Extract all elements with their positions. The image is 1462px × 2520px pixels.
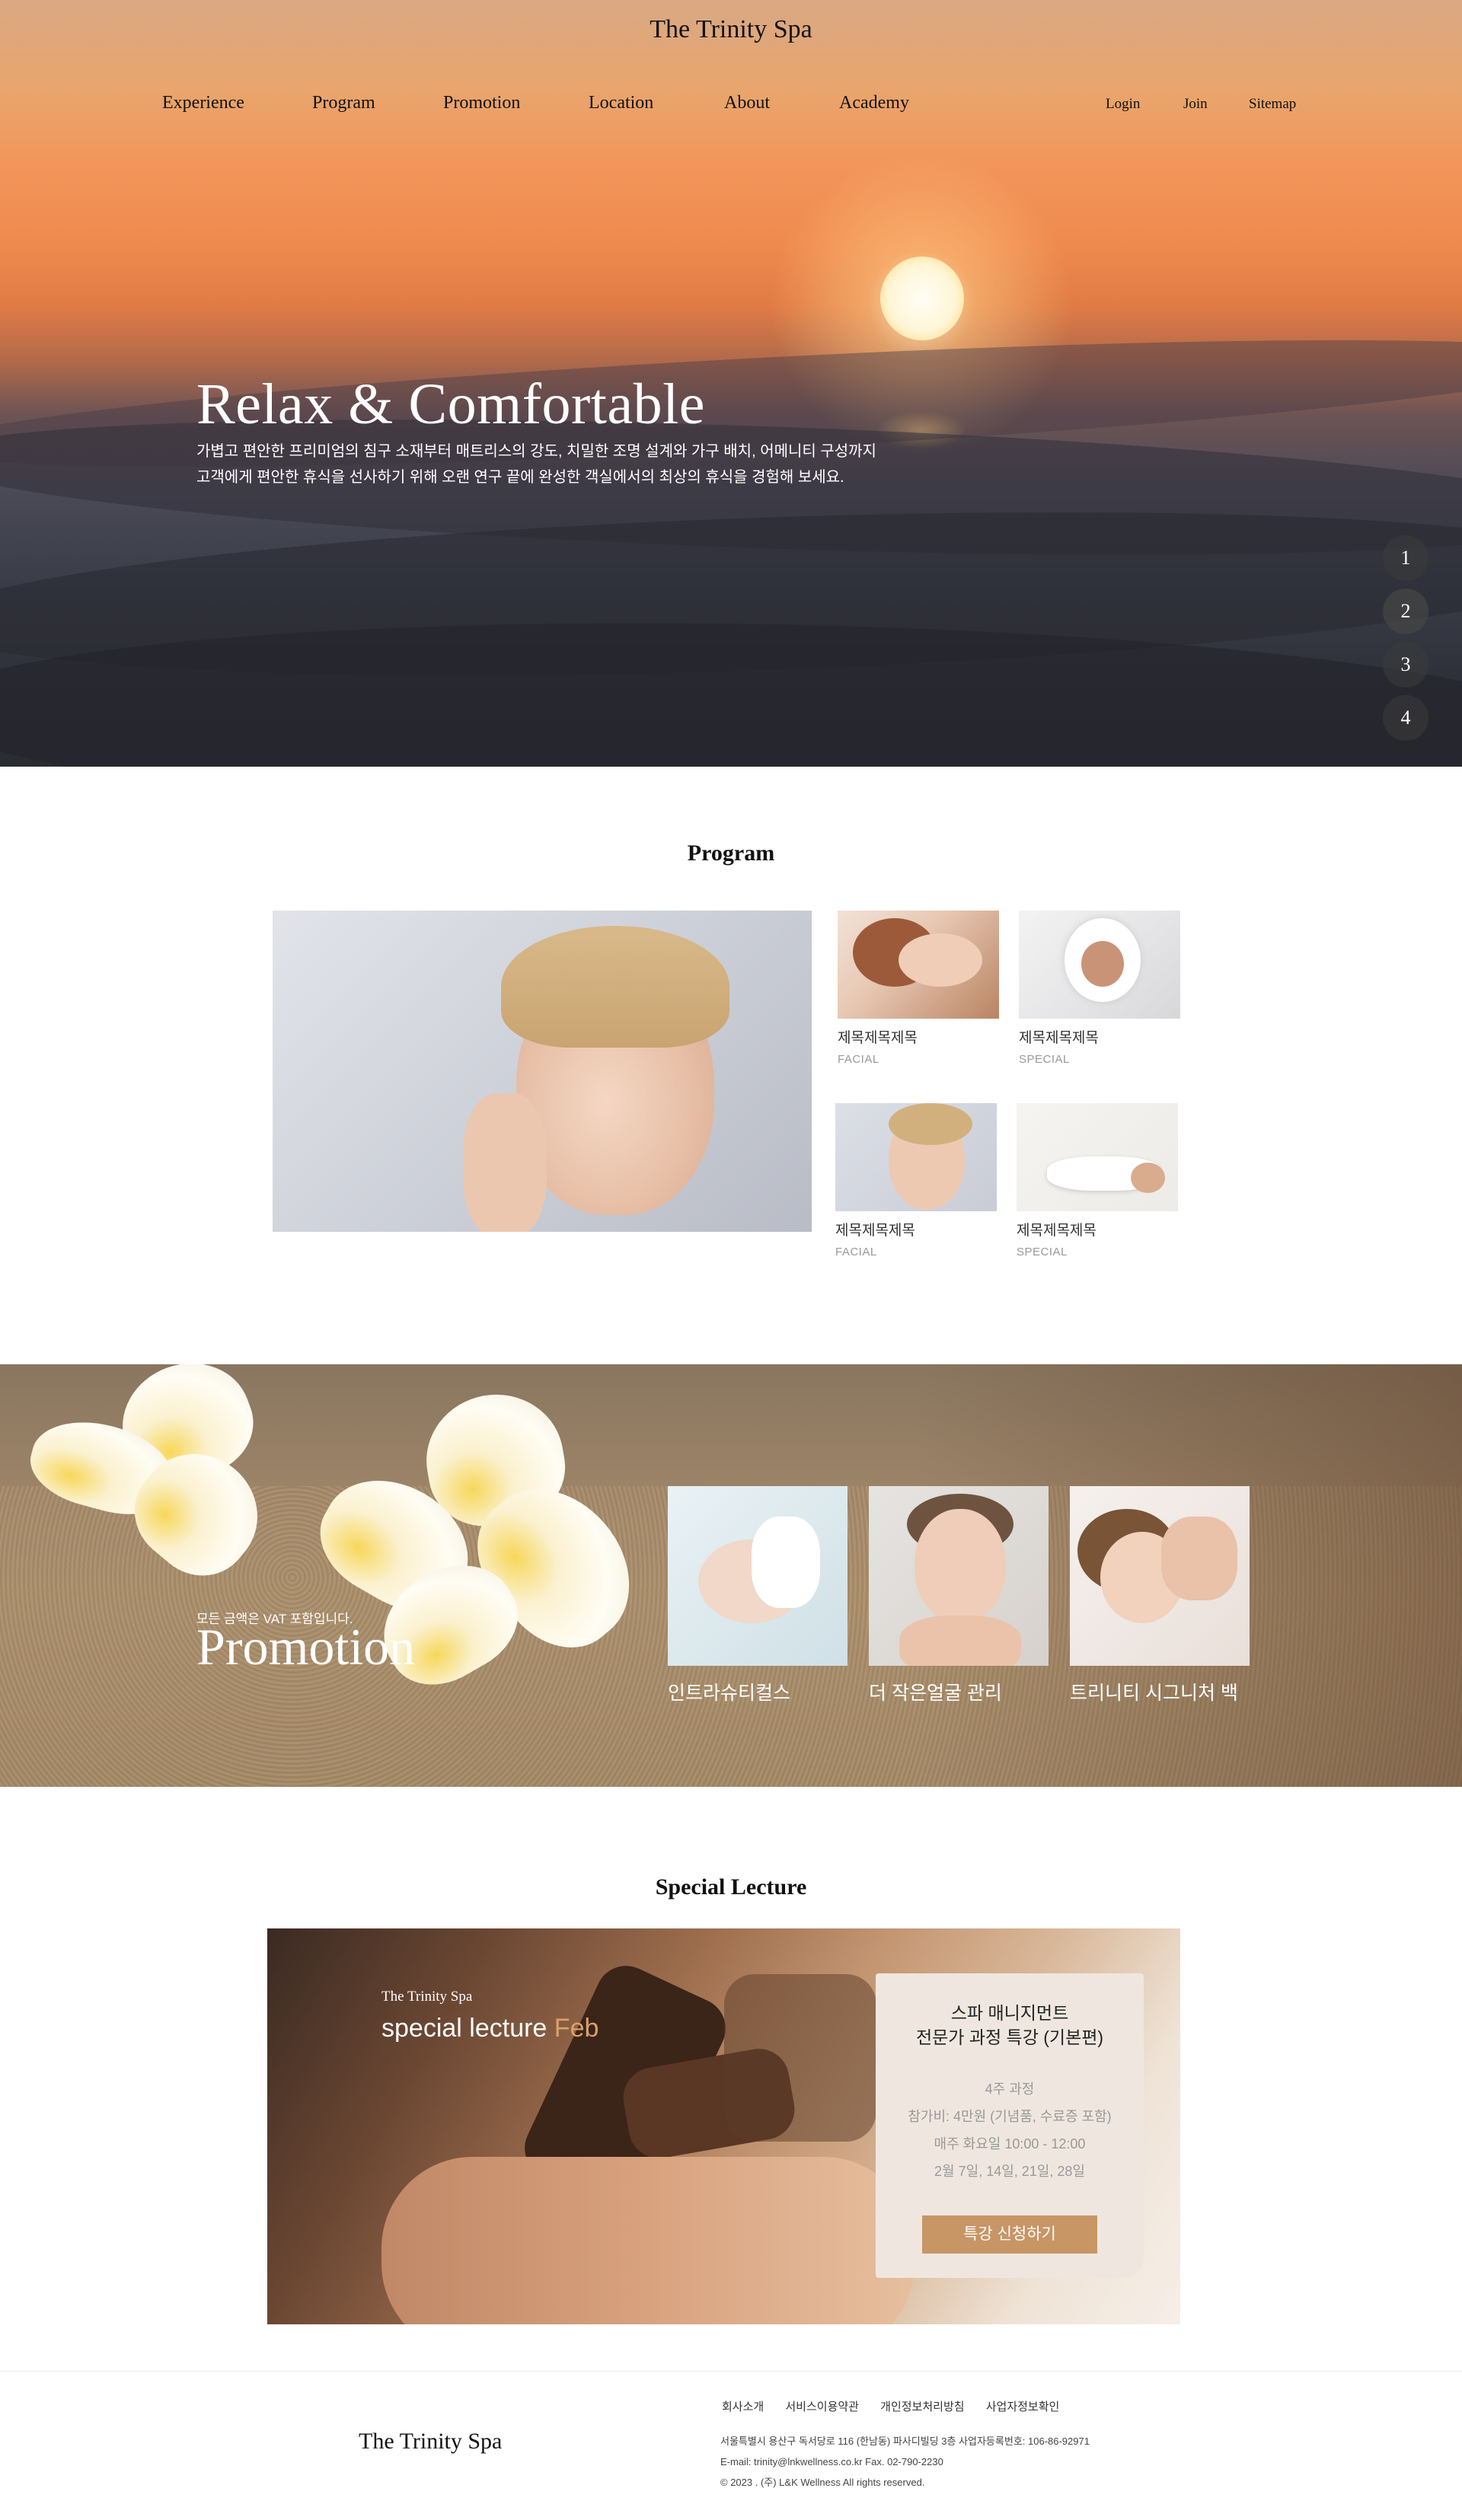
- nav-experience[interactable]: Experience: [162, 93, 244, 113]
- program-card-category: SPECIAL: [1019, 1053, 1070, 1066]
- lecture-section-title: Special Lecture: [655, 1874, 807, 1900]
- sun: [880, 257, 964, 340]
- lecture-info-box: 스파 매니지먼트 전문가 과정 특강 (기본편) 4주 과정 참가비: 4만원 …: [876, 1973, 1144, 2278]
- footer-link-company[interactable]: 회사소개: [722, 2400, 764, 2413]
- join-link[interactable]: Join: [1183, 96, 1208, 113]
- nav-location[interactable]: Location: [589, 93, 653, 113]
- promotion-caption: 트리니티 시그니처 백: [1070, 1683, 1238, 1704]
- slide-dot-1[interactable]: 1: [1383, 535, 1428, 581]
- lecture-detail: 참가비: 4만원 (기념품, 수료증 포함): [908, 2109, 1112, 2124]
- promotion-thumb: [1070, 1486, 1250, 1666]
- footer-logo[interactable]: The Trinity Spa: [359, 2429, 502, 2455]
- nav-academy[interactable]: Academy: [839, 93, 909, 113]
- hero-desc-line: 가볍고 편안한 프리미엄의 침구 소재부터 매트리스의 강도, 치밀한 조명 설…: [196, 443, 876, 460]
- program-feature-image[interactable]: [273, 911, 812, 1232]
- model-hand: [463, 1093, 547, 1232]
- footer-divider: [0, 2371, 1462, 2372]
- lecture-details: 4주 과정 참가비: 4만원 (기념품, 수료증 포함) 매주 화요일 10:0…: [876, 2075, 1144, 2185]
- program-thumb: [838, 911, 999, 1019]
- promotion-thumb: [869, 1486, 1049, 1666]
- slide-pagination: 1 2 3 4: [1383, 535, 1428, 748]
- program-thumb: [1019, 911, 1180, 1019]
- program-card-category: FACIAL: [838, 1053, 879, 1066]
- hero-title: Relax & Comfortable: [196, 372, 706, 436]
- main-nav: Experience Program Promotion Location Ab…: [0, 93, 1462, 123]
- program-card-category: SPECIAL: [1017, 1246, 1068, 1258]
- lecture-detail: 4주 과정: [985, 2081, 1035, 2097]
- promotion-caption: 인트라슈티컬스: [668, 1683, 791, 1704]
- footer-contact: E-mail: trinity@lnkwellness.co.kr Fax. 0…: [720, 2456, 943, 2467]
- promotion-card[interactable]: 더 작은얼굴 관리: [869, 1486, 1049, 1705]
- program-card-category: FACIAL: [835, 1246, 877, 1258]
- program-card-title: 제목제목제목: [835, 1223, 915, 1239]
- program-section-title: Program: [687, 841, 775, 866]
- footer-link-privacy[interactable]: 개인정보처리방침: [880, 2400, 964, 2413]
- promotion-card[interactable]: 인트라슈티컬스: [668, 1486, 848, 1705]
- apply-lecture-button[interactable]: 특강 신청하기: [922, 2215, 1097, 2254]
- lecture-box-title-line: 전문가 과정 특강 (기본편): [915, 2027, 1104, 2047]
- footer-address: 서울특별시 용산구 독서당로 116 (한남동) 파사디빌딩 3층 사업자등록번…: [720, 2435, 1090, 2447]
- program-card[interactable]: 제목제목제목 FACIAL: [835, 1103, 997, 1258]
- lecture-box-title: 스파 매니지먼트 전문가 과정 특강 (기본편): [876, 2001, 1144, 2049]
- lecture-detail: 2월 7일, 14일, 21일, 28일: [934, 2164, 1085, 2179]
- lecture-month: Feb: [554, 2014, 599, 2043]
- promotion-title: Promotion: [196, 1618, 416, 1676]
- footer-link-business-info[interactable]: 사업자정보확인: [986, 2400, 1060, 2413]
- arm-shape: [724, 1974, 876, 2142]
- program-thumb: [1017, 1103, 1178, 1211]
- program-card-title: 제목제목제목: [838, 1030, 918, 1046]
- nav-program[interactable]: Program: [312, 93, 375, 113]
- program-card[interactable]: 제목제목제목 SPECIAL: [1019, 911, 1180, 1066]
- back-shape: [381, 2157, 915, 2324]
- login-link[interactable]: Login: [1106, 96, 1140, 113]
- slide-dot-2[interactable]: 2: [1383, 589, 1428, 634]
- program-thumb: [835, 1103, 997, 1211]
- promotion-thumb: [668, 1486, 848, 1666]
- promotion-card[interactable]: 트리니티 시그니처 백: [1070, 1486, 1250, 1705]
- program-card-title: 제목제목제목: [1017, 1223, 1096, 1239]
- hero-description: 가볍고 편안한 프리미엄의 침구 소재부터 매트리스의 강도, 치밀한 조명 설…: [196, 439, 958, 490]
- program-card-title: 제목제목제목: [1019, 1030, 1099, 1046]
- nav-about[interactable]: About: [724, 93, 770, 113]
- program-card[interactable]: 제목제목제목 SPECIAL: [1017, 1103, 1178, 1258]
- model-hair: [501, 926, 729, 1048]
- footer-info: 서울특별시 용산구 독서당로 116 (한남동) 파사디빌딩 3층 사업자등록번…: [720, 2431, 1090, 2493]
- lecture-detail: 매주 화요일 10:00 - 12:00: [934, 2136, 1086, 2152]
- footer-link-terms[interactable]: 서비스이용약관: [785, 2400, 859, 2413]
- site-logo[interactable]: The Trinity Spa: [0, 15, 1462, 44]
- lecture-box-title-line: 스파 매니지먼트: [950, 2003, 1069, 2023]
- footer-links: 회사소개 서비스이용약관 개인정보처리방침 사업자정보확인: [722, 2398, 1077, 2414]
- program-card[interactable]: 제목제목제목 FACIAL: [838, 911, 999, 1066]
- lecture-subtitle-text: special lecture: [381, 2014, 547, 2043]
- hero-desc-line: 고객에게 편안한 휴식을 선사하기 위해 오랜 연구 끝에 완성한 객실에서의 …: [196, 469, 844, 486]
- slide-dot-4[interactable]: 4: [1383, 695, 1428, 741]
- lecture-subtitle: special lecture Feb: [381, 2014, 599, 2043]
- promotion-caption: 더 작은얼굴 관리: [869, 1683, 1002, 1704]
- slide-dot-3[interactable]: 3: [1383, 642, 1428, 687]
- lecture-brand: The Trinity Spa: [381, 1989, 473, 2005]
- nav-promotion[interactable]: Promotion: [443, 93, 520, 113]
- footer-copyright: © 2023 . (주) L&K Wellness All rights res…: [720, 2477, 925, 2488]
- sitemap-link[interactable]: Sitemap: [1249, 96, 1296, 113]
